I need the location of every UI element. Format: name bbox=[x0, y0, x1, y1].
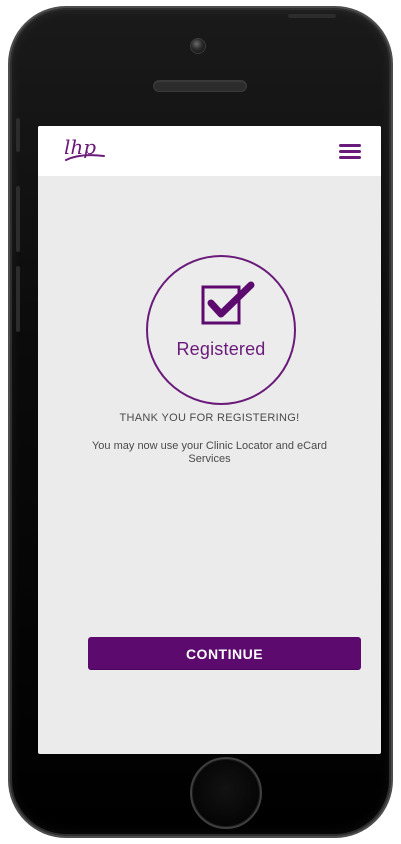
menu-button[interactable] bbox=[339, 142, 361, 160]
home-button[interactable] bbox=[190, 757, 262, 829]
app-screen: lhp Registered THANK YOU FOR REGISTERING… bbox=[38, 126, 381, 754]
side-button-volume-down bbox=[16, 266, 20, 332]
services-message: You may now use your Clinic Locator and … bbox=[91, 440, 327, 465]
front-camera-icon bbox=[191, 39, 205, 53]
registration-success-content: Registered THANK YOU FOR REGISTERING! Yo… bbox=[38, 176, 381, 754]
side-button-volume-up bbox=[16, 186, 20, 252]
logo[interactable]: lhp bbox=[64, 136, 112, 166]
thank-you-message: THANK YOU FOR REGISTERING! bbox=[119, 412, 300, 424]
continue-button[interactable]: CONTINUE bbox=[88, 637, 361, 670]
registered-status-badge: Registered bbox=[146, 255, 296, 405]
hamburger-menu-icon bbox=[339, 144, 361, 147]
speaker-grille bbox=[154, 81, 246, 91]
power-button bbox=[288, 14, 336, 18]
hamburger-menu-icon bbox=[339, 150, 361, 153]
app-header: lhp bbox=[38, 126, 381, 176]
checkbox-checked-icon bbox=[201, 281, 255, 325]
hamburger-menu-icon bbox=[339, 156, 361, 159]
phone-frame: lhp Registered THANK YOU FOR REGISTERING… bbox=[10, 8, 391, 836]
side-button-mute bbox=[16, 118, 20, 152]
registered-label: Registered bbox=[176, 339, 266, 359]
logo-text: lhp bbox=[64, 135, 97, 159]
